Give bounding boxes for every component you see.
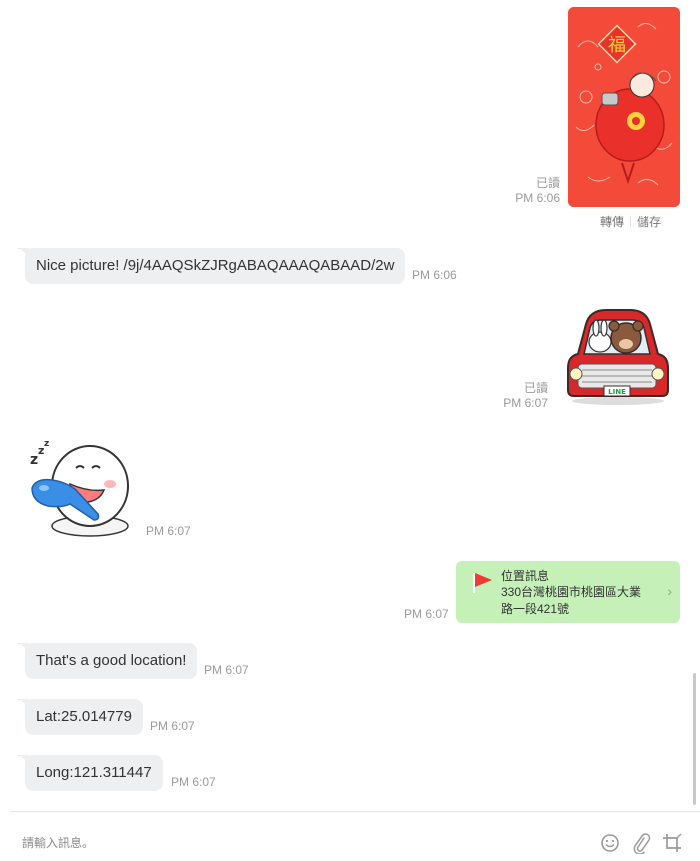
message-input-bar [10, 811, 700, 861]
message-time: PM 6:07 [404, 607, 449, 621]
red-envelope-image: 福 [568, 7, 680, 207]
incoming-message[interactable]: Long:121.311447 [19, 755, 163, 791]
attach-icon[interactable] [630, 832, 652, 854]
divider [630, 216, 632, 227]
forward-button[interactable]: 轉傳 [600, 215, 624, 229]
sticker-meta: 已讀 PM 6:07 [503, 381, 548, 411]
car-sticker[interactable]: LINE [560, 306, 674, 406]
incoming-message[interactable]: That's a good location! [18, 643, 198, 679]
location-address: 330台灣桃園市桃園區大業路一段421號 [501, 585, 642, 616]
scrollbar[interactable] [693, 673, 696, 805]
svg-text:LINE: LINE [608, 388, 626, 396]
message-input[interactable] [22, 832, 582, 854]
message-time: PM 6:07 [171, 775, 216, 789]
read-receipt: 已讀 [535, 176, 560, 190]
incoming-message[interactable]: Nice picture! /9j/4AAQSkZJRgABAQAAAQABAA… [18, 248, 406, 284]
chat-area[interactable]: 已讀 PM 6:06 福 轉傳 儲存 Nice picture! /9j/4AAQ… [0, 0, 700, 810]
incoming-message[interactable]: Lat:25.014779 [19, 699, 143, 735]
photo-actions: 轉傳 儲存 [600, 213, 661, 230]
crop-icon[interactable] [661, 832, 683, 854]
read-receipt: 已讀 [523, 381, 548, 395]
message-time: PM 6:07 [503, 396, 548, 410]
message-time: PM 6:06 [515, 191, 560, 205]
sleeping-sticker[interactable]: z z z [26, 438, 136, 542]
message-time: PM 6:06 [412, 268, 457, 282]
emoji-icon[interactable] [599, 832, 621, 854]
svg-text:福: 福 [608, 35, 626, 56]
location-card[interactable]: 位置訊息 330台灣桃園市桃園區大業路一段421號 › [456, 561, 680, 623]
message-text: Lat:25.014779 [36, 708, 132, 725]
svg-text:z: z [30, 452, 38, 468]
message-time: PM 6:07 [150, 719, 195, 733]
message-text: Long:121.311447 [36, 764, 152, 781]
message-text: Nice picture! /9j/4AAQSkZJRgABAQAAAQABAA… [36, 257, 395, 274]
photo-meta: 已讀 PM 6:06 [515, 176, 560, 206]
sent-photo[interactable]: 福 [568, 7, 680, 207]
location-flag-icon [473, 573, 492, 593]
chevron-right-icon: › [667, 583, 672, 599]
svg-text:z: z [44, 439, 49, 449]
message-time: PM 6:07 [204, 663, 249, 677]
message-text: That's a good location! [36, 652, 187, 669]
location-title: 位置訊息 [501, 569, 550, 583]
message-time: PM 6:07 [146, 524, 191, 538]
save-button[interactable]: 儲存 [637, 215, 661, 229]
